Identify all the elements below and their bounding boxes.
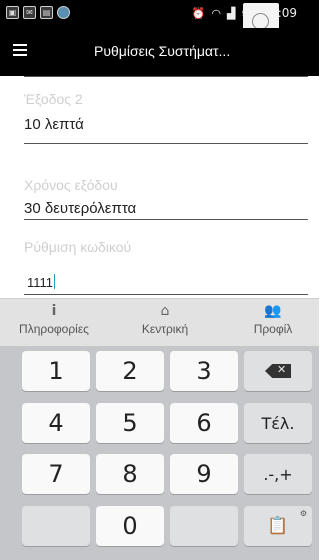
blank-key [22,506,90,546]
alarm-icon: ⏰ [191,6,206,20]
home-icon: ⌂ [160,303,170,319]
settings-icon: ⚙ [299,509,307,518]
hamburger-icon[interactable] [13,44,27,56]
bottom-nav: i Πληροφορίες ⌂ Κεντρική 👥 Προφίλ [0,298,319,346]
image-icon: ▣ [6,6,19,19]
numeric-keyboard: 1 2 3 ✕ 4 5 6 Τέλ. 7 8 9 .-,+ 0 📋 ⚙ [0,346,319,560]
key-6[interactable]: 6 [170,403,238,443]
code-value: 1111 [27,275,54,290]
nav-label: Προφίλ [253,322,293,336]
nav-label: Πληροφορίες [19,322,89,336]
app-icon [57,6,70,19]
clock: :09 [277,6,297,20]
code-label: Ρύθμιση κωδικού [24,239,132,255]
info-icon: i [51,303,57,319]
key-3[interactable]: 3 [170,351,238,391]
nav-label: Κεντρική [141,322,189,336]
key-2[interactable]: 2 [96,351,164,391]
divider [24,76,308,77]
status-bar: ▣ ✉ ▤ ⏰ ◠ ▟ 94 :09 [0,0,319,38]
divider [24,143,308,144]
users-icon: 👥 [264,303,282,319]
nav-item-home[interactable]: ⌂ Κεντρική [120,303,210,336]
done-key[interactable]: Τέλ. [244,403,312,443]
text-caret [54,274,56,289]
mail-icon: ✉ [23,6,36,19]
key-8[interactable]: 8 [96,454,164,494]
backspace-icon: ✕ [265,364,291,378]
key-7[interactable]: 7 [22,454,90,494]
app-toolbar: Ρυθμίσεις Συστήματ... [0,28,319,76]
notification-icons: ▣ ✉ ▤ [6,6,70,19]
key-1[interactable]: 1 [22,351,90,391]
key-5[interactable]: 5 [96,403,164,443]
punctuation-key[interactable]: .-,+ [244,454,312,494]
exit-time-value[interactable]: 30 δευτερόλεπτα [24,200,136,217]
exit-time-label: Χρόνος εξόδου [24,177,118,193]
key-0[interactable]: 0 [96,506,164,546]
clipboard-key[interactable]: 📋 ⚙ [244,506,312,546]
backspace-key[interactable]: ✕ [244,351,312,391]
clipboard-icon: 📋 [267,516,289,536]
signal-icon: ▟ [227,6,236,20]
code-input[interactable]: 1111 [27,274,56,290]
page-title: Ρυθμίσεις Συστήματ... [94,43,231,59]
settings-list: Έξοδος 2 10 λεπτά Χρόνος εξόδου 30 δευτε… [0,76,319,296]
divider [24,219,308,220]
gallery-icon: ▤ [40,6,53,19]
key-4[interactable]: 4 [22,403,90,443]
wifi-icon: ◠ [211,6,222,20]
divider [24,294,308,295]
key-9[interactable]: 9 [170,454,238,494]
blank-key [170,506,238,546]
exit2-value[interactable]: 10 λεπτά [24,116,84,133]
nav-item-info[interactable]: i Πληροφορίες [8,303,100,336]
nav-item-profile[interactable]: 👥 Προφίλ [238,303,308,336]
exit2-label: Έξοδος 2 [24,91,83,107]
